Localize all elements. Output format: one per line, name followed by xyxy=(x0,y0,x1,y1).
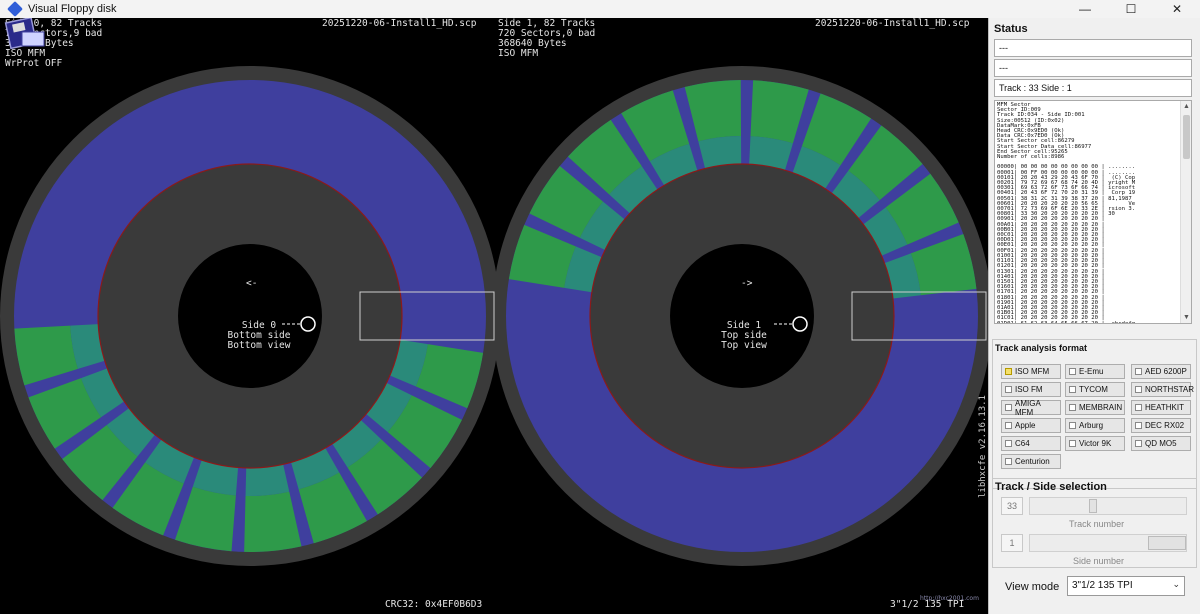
side0-file: 20251220-06-Install1_HD.scp xyxy=(322,18,477,29)
logo-url: http://hxc2001.com xyxy=(920,595,979,602)
format-button-aed-6200p[interactable]: AED 6200P xyxy=(1131,364,1191,379)
track-number-slider[interactable] xyxy=(1029,497,1187,515)
format-label: ISO FM xyxy=(1015,385,1043,394)
sector-dump-text: MFM Sector Sector ID:009 Track ID:034 - … xyxy=(997,102,1136,324)
format-button-e-emu[interactable]: E-Emu xyxy=(1065,364,1125,379)
status-heading: Status xyxy=(994,23,1028,35)
format-button-tycom[interactable]: TYCOM xyxy=(1065,382,1125,397)
format-label: MEMBRAIN xyxy=(1079,403,1123,412)
lib-version: libhxcfe v2.16.13.1 xyxy=(978,395,988,498)
side-number-slider[interactable] xyxy=(1029,534,1187,552)
close-button[interactable]: ✕ xyxy=(1154,0,1200,18)
format-checkbox[interactable] xyxy=(1135,386,1142,393)
format-label: HEATHKIT xyxy=(1145,403,1184,412)
side1-info: Side 1, 82 Tracks 720 Sectors,0 bad 3686… xyxy=(498,18,596,59)
format-label: DEC RX02 xyxy=(1145,421,1185,430)
side0-hub-hole xyxy=(178,244,322,388)
format-checkbox[interactable] xyxy=(1135,404,1142,411)
format-button-heathkit[interactable]: HEATHKIT xyxy=(1131,400,1191,415)
view-mode-value: 3"1/2 135 TPI xyxy=(1072,580,1133,591)
format-label: Centurion xyxy=(1015,457,1050,466)
side-panel: Status --- --- Track : 33 Side : 1 MFM S… xyxy=(988,18,1200,614)
minimize-button[interactable]: — xyxy=(1062,0,1108,18)
format-button-apple[interactable]: Apple xyxy=(1001,418,1061,433)
track-number-label: Track number xyxy=(1069,519,1125,529)
format-label: TYCOM xyxy=(1079,385,1108,394)
format-label: AED 6200P xyxy=(1145,367,1187,376)
side-number-label: Side number xyxy=(1073,556,1125,566)
track-side-heading: Track / Side selection xyxy=(995,481,1107,493)
format-checkbox[interactable] xyxy=(1005,368,1012,375)
disk-visualization xyxy=(0,66,988,566)
format-button-centurion[interactable]: Centurion xyxy=(1001,454,1061,469)
sector-dump[interactable]: MFM Sector Sector ID:009 Track ID:034 - … xyxy=(994,100,1192,324)
format-checkbox[interactable] xyxy=(1005,404,1012,411)
side1-hub-hole xyxy=(670,244,814,388)
format-checkbox[interactable] xyxy=(1005,458,1012,465)
scroll-thumb[interactable] xyxy=(1183,115,1190,159)
track-format-section: Track analysis format ISO MFM E-Emu AED 62… xyxy=(992,339,1197,489)
format-checkbox[interactable] xyxy=(1069,404,1076,411)
track-slider-thumb[interactable] xyxy=(1089,499,1098,513)
track-number-spinbox[interactable]: 33 xyxy=(1001,497,1023,515)
side0-label: Side 0 Bottom side Bottom view xyxy=(227,320,291,351)
window-title: Visual Floppy disk xyxy=(28,3,117,15)
format-checkbox[interactable] xyxy=(1069,386,1076,393)
track-format-heading: Track analysis format xyxy=(995,343,1088,353)
chevron-down-icon[interactable]: ⌄ xyxy=(1172,579,1180,590)
scroll-up-icon[interactable]: ▲ xyxy=(1181,101,1191,112)
format-checkbox[interactable] xyxy=(1069,422,1076,429)
format-button-qd-mo5[interactable]: QD MO5 xyxy=(1131,436,1191,451)
format-label: NORTHSTAR xyxy=(1145,385,1195,394)
side1-index-hole xyxy=(792,316,808,332)
format-label: E-Emu xyxy=(1079,367,1104,376)
view-mode-select[interactable]: 3"1/2 135 TPI ⌄ xyxy=(1067,576,1185,596)
format-checkbox[interactable] xyxy=(1005,422,1012,429)
format-checkbox[interactable] xyxy=(1135,368,1142,375)
format-label: Arburg xyxy=(1079,421,1104,430)
view-mode-label: View mode xyxy=(1005,581,1060,593)
hxc-logo-icon xyxy=(4,18,45,50)
format-checkbox[interactable] xyxy=(1069,440,1076,447)
side0-direction-arrow: <- xyxy=(246,278,258,289)
format-button-arburg[interactable]: Arburg xyxy=(1065,418,1125,433)
format-button-amiga-mfm[interactable]: AMIGA MFM xyxy=(1001,398,1061,417)
format-label: Apple xyxy=(1015,421,1036,430)
maximize-button[interactable]: ☐ xyxy=(1108,0,1154,18)
crc-readout: CRC32: 0x4EF0B6D3 xyxy=(385,599,483,610)
dump-scrollbar[interactable]: ▲ ▼ xyxy=(1180,101,1191,323)
side1-file: 20251220-06-Install1_HD.scp xyxy=(815,18,970,29)
format-checkbox[interactable] xyxy=(1135,422,1142,429)
format-checkbox[interactable] xyxy=(1069,368,1076,375)
disk-viewer[interactable]: Side 0, 82 Tracks 720 Sectors,9 bad 3686… xyxy=(0,18,988,614)
format-checkbox[interactable] xyxy=(1135,440,1142,447)
side1-direction-arrow: -> xyxy=(741,278,753,289)
side-number-spinbox[interactable]: 1 xyxy=(1001,534,1023,552)
title-bar: Visual Floppy disk — ☐ ✕ xyxy=(0,0,1200,18)
side0-sector-inner xyxy=(245,464,290,496)
format-label: ISO MFM xyxy=(1015,367,1050,376)
format-label: C64 xyxy=(1015,439,1030,448)
track-side-status: Track : 33 Side : 1 xyxy=(994,79,1192,97)
format-button-iso-fm[interactable]: ISO FM xyxy=(1001,382,1061,397)
format-label: QD MO5 xyxy=(1145,439,1177,448)
status-field-1: --- xyxy=(994,39,1192,57)
format-button-victor-9k[interactable]: Victor 9K xyxy=(1065,436,1125,451)
format-button-dec-rx02[interactable]: DEC RX02 xyxy=(1131,418,1191,433)
status-field-2: --- xyxy=(994,59,1192,77)
format-button-membrain[interactable]: MEMBRAIN xyxy=(1065,400,1125,415)
format-checkbox[interactable] xyxy=(1005,386,1012,393)
side0-index-hole xyxy=(300,316,316,332)
scroll-down-icon[interactable]: ▼ xyxy=(1181,312,1191,323)
format-label: Victor 9K xyxy=(1079,439,1112,448)
format-checkbox[interactable] xyxy=(1005,440,1012,447)
format-button-northstar[interactable]: NORTHSTAR xyxy=(1131,382,1195,397)
track-side-section: Track / Side selection 33 Track number 1… xyxy=(992,478,1197,568)
format-button-iso-mfm[interactable]: ISO MFM xyxy=(1001,364,1061,379)
side1-label: Side 1 Top side Top view xyxy=(721,320,767,351)
app-icon xyxy=(7,1,23,17)
side-slider-thumb[interactable] xyxy=(1148,536,1186,550)
format-label: AMIGA MFM xyxy=(1015,398,1041,417)
format-button-c64[interactable]: C64 xyxy=(1001,436,1061,451)
